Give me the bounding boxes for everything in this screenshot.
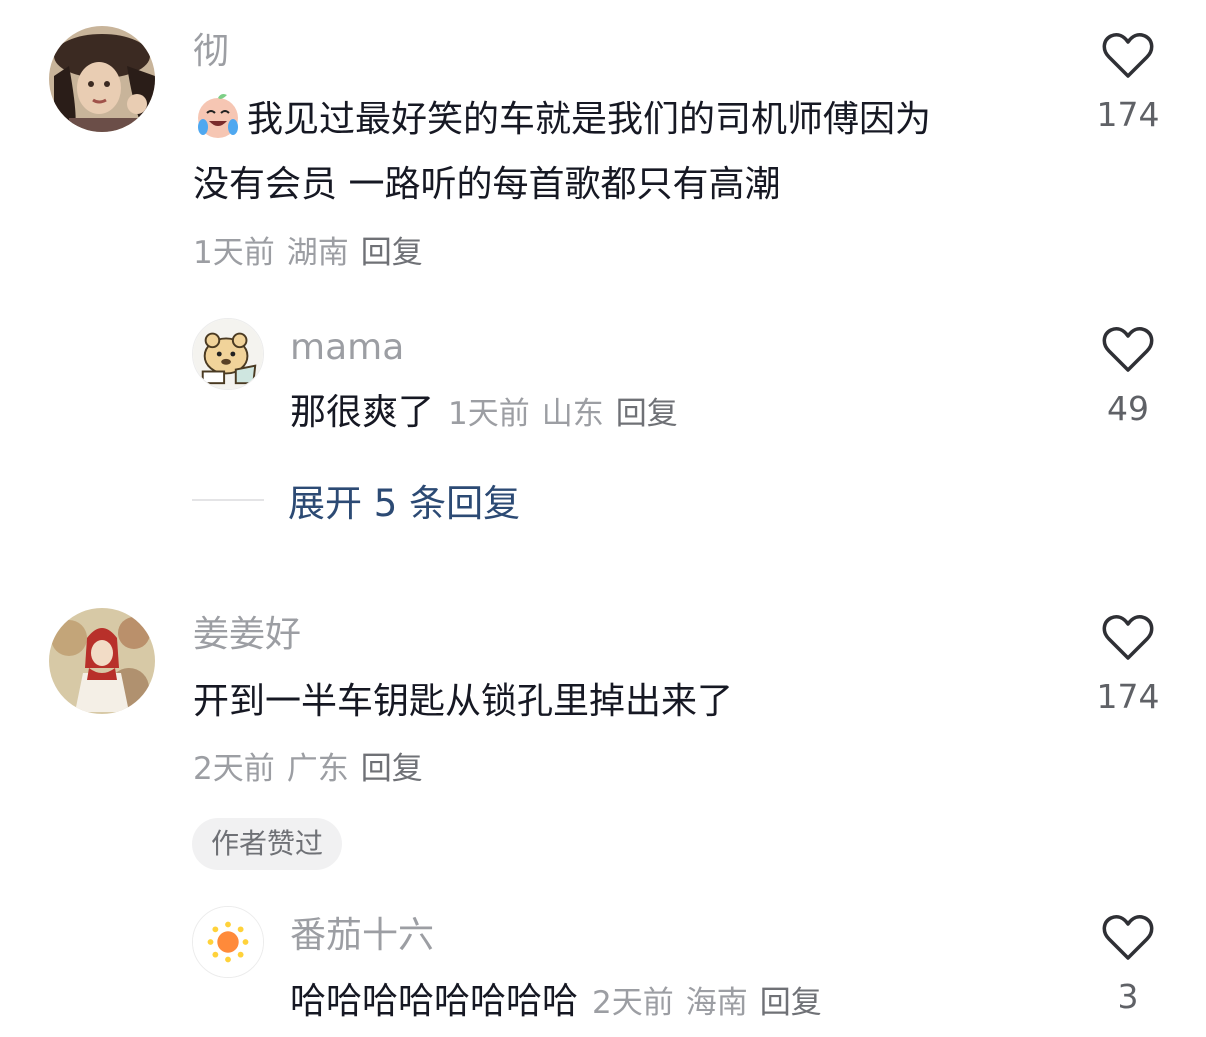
username[interactable]: 姜姜好 bbox=[193, 617, 301, 653]
like-count: 174 bbox=[1096, 95, 1160, 134]
avatar[interactable] bbox=[49, 608, 155, 714]
expand-replies-label: 展开 5 条回复 bbox=[288, 482, 521, 525]
comment-text-line1: 我见过最好笑的车就是我们的司机师傅因为 bbox=[247, 99, 932, 140]
like-button[interactable]: 174 bbox=[1088, 614, 1168, 713]
reply-location: 海南 bbox=[685, 985, 748, 1021]
reply-button[interactable]: 回复 bbox=[616, 396, 678, 432]
reply-meta: 1天前 山东 回复 bbox=[448, 396, 690, 432]
reply-time: 1天前 bbox=[448, 396, 530, 432]
avatar[interactable] bbox=[49, 26, 155, 132]
reply-text: 哈哈哈哈哈哈哈哈 bbox=[290, 981, 579, 1022]
heart-icon bbox=[1102, 327, 1154, 372]
reply-time: 2天前 bbox=[592, 985, 674, 1021]
reply-text-line: 那很爽了 1天前 山东 回复 bbox=[290, 381, 690, 446]
comment-meta: 1天前 湖南 回复 bbox=[193, 238, 435, 269]
comment-location: 湖南 bbox=[286, 235, 349, 271]
comment-meta: 2天前 广东 回复 bbox=[193, 754, 435, 785]
avatar[interactable] bbox=[192, 318, 264, 390]
like-count: 49 bbox=[1107, 389, 1149, 428]
comment-time: 1天前 bbox=[193, 235, 275, 271]
comment-text: 我见过最好笑的车就是我们的司机师傅因为 bbox=[193, 88, 931, 152]
reply-button[interactable]: 回复 bbox=[760, 985, 822, 1021]
like-button[interactable]: 174 bbox=[1088, 32, 1168, 131]
divider bbox=[192, 499, 264, 501]
reply-text-line: 哈哈哈哈哈哈哈哈 2天前 海南 回复 bbox=[290, 970, 834, 1035]
reply-button[interactable]: 回复 bbox=[361, 751, 423, 787]
heart-icon bbox=[1102, 33, 1154, 78]
like-button[interactable]: 49 bbox=[1088, 326, 1168, 425]
reply-meta: 2天前 海南 回复 bbox=[592, 985, 834, 1021]
username[interactable]: 彻 bbox=[193, 34, 229, 70]
comment-text-line2: 没有会员 一路听的每首歌都只有高潮 bbox=[193, 164, 781, 205]
crying-laughing-emoji-icon bbox=[193, 91, 243, 141]
comment-text: 开到一半车钥匙从锁孔里掉出来了 bbox=[193, 681, 734, 722]
reply-location: 山东 bbox=[541, 396, 604, 432]
author-liked-badge: 作者赞过 bbox=[192, 818, 343, 870]
comment-time: 2天前 bbox=[193, 751, 275, 787]
like-count: 3 bbox=[1117, 977, 1139, 1016]
like-count: 174 bbox=[1096, 677, 1160, 716]
reply-text: 那很爽了 bbox=[290, 392, 435, 433]
expand-replies-button[interactable]: 展开 5 条回复 bbox=[192, 472, 520, 528]
avatar[interactable] bbox=[192, 906, 264, 978]
username[interactable]: mama bbox=[290, 330, 404, 366]
username[interactable]: 番茄十六 bbox=[290, 918, 434, 954]
reply-button[interactable]: 回复 bbox=[361, 235, 423, 271]
heart-icon bbox=[1102, 615, 1154, 660]
heart-icon bbox=[1102, 915, 1154, 960]
comment-location: 广东 bbox=[286, 751, 349, 787]
like-button[interactable]: 3 bbox=[1088, 914, 1168, 1013]
